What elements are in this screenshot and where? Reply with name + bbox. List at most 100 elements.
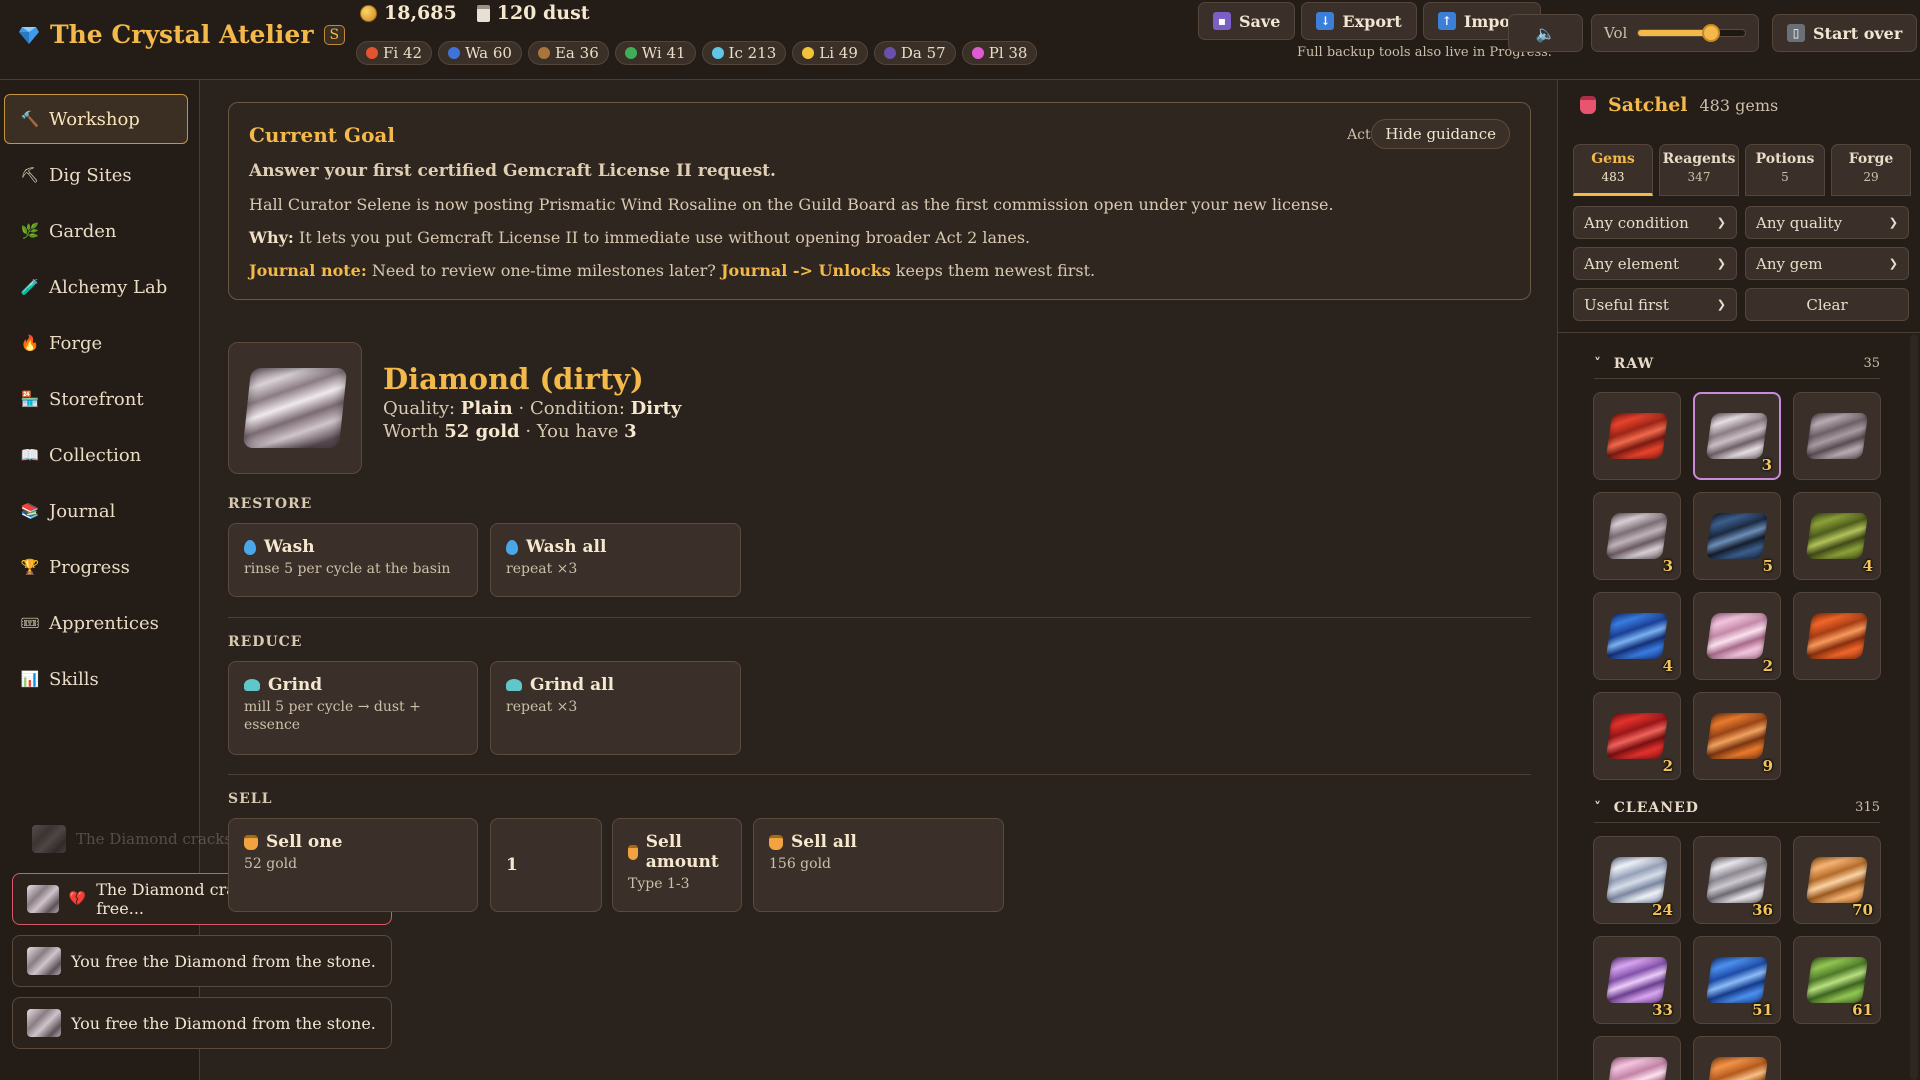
sidebar-item-garden[interactable]: 🌿 Garden xyxy=(4,206,188,256)
diamond-logo-icon xyxy=(19,26,39,44)
sidebar-item-storefront[interactable]: 🏪 Storefront xyxy=(4,374,188,424)
group-divider xyxy=(1594,378,1880,379)
element-filter[interactable]: Any element ❯ xyxy=(1573,247,1737,280)
gem-slot[interactable] xyxy=(1793,592,1881,680)
money-bag-icon xyxy=(628,844,638,860)
chevron-down-icon: ❯ xyxy=(1716,216,1726,229)
sprout-icon: 🌿 xyxy=(20,222,40,240)
volume-label: Vol xyxy=(1604,24,1628,42)
sound-toggle-button[interactable]: 🔈 xyxy=(1508,14,1583,52)
gem-slot[interactable]: 70 xyxy=(1793,836,1881,924)
selected-item-info: Diamond (dirty) Quality: Plain · Conditi… xyxy=(383,362,681,442)
sidebar-item-progress[interactable]: 🏆 Progress xyxy=(4,542,188,592)
clear-filters-button[interactable]: Clear xyxy=(1745,288,1909,321)
gold-value: 18,685 xyxy=(384,2,457,24)
element-dot-icon xyxy=(537,47,550,59)
gem-slot[interactable]: 3 xyxy=(1693,392,1781,480)
water-drop-icon xyxy=(506,539,518,555)
grind-button[interactable]: Grind mill 5 per cycle → dust + essence xyxy=(228,661,478,755)
tab-gems[interactable]: Gems 483 xyxy=(1573,144,1653,196)
gem-slot[interactable] xyxy=(1593,392,1681,480)
element-counter: Wi 41 xyxy=(614,41,696,65)
gem-slot[interactable]: 4 xyxy=(1793,492,1881,580)
volume-handle[interactable] xyxy=(1701,24,1720,42)
gem-slot[interactable]: 9 xyxy=(1693,692,1781,780)
upload-icon: ↑ xyxy=(1437,12,1456,30)
sidebar-item-label: Apprentices xyxy=(49,612,159,634)
gem-count: 3 xyxy=(1761,456,1772,474)
sidebar-item-apprentices[interactable]: 🎟 Apprentices xyxy=(4,598,188,648)
gem-slot[interactable]: 2 xyxy=(1693,592,1781,680)
gem-count: 51 xyxy=(1752,1001,1773,1019)
gem-slot[interactable] xyxy=(1593,1036,1681,1080)
element-counter: Ea 36 xyxy=(527,41,609,65)
gem-count: 24 xyxy=(1652,901,1673,919)
save-button[interactable]: ▪ Save xyxy=(1198,2,1296,40)
quality-filter[interactable]: Any quality ❯ xyxy=(1745,206,1909,239)
app-title: The Crystal Atelier xyxy=(50,20,314,49)
diamond-thumb-icon xyxy=(27,1009,61,1037)
gem-slot[interactable]: 5 xyxy=(1693,492,1781,580)
sidebar-item-dig-sites[interactable]: ⛏ Dig Sites xyxy=(4,150,188,200)
element-dot-icon xyxy=(366,47,378,59)
sidebar-item-label: Dig Sites xyxy=(49,164,132,186)
sell-quantity-input[interactable]: 1 xyxy=(490,818,602,912)
volume-slider[interactable] xyxy=(1637,24,1746,42)
gem-filter[interactable]: Any gem ❯ xyxy=(1745,247,1909,280)
satchel-tabs: Gems 483 Reagents 347 Potions 5 Forge 29 xyxy=(1573,144,1911,196)
collapse-caret-icon: ˅ xyxy=(1594,800,1602,816)
file-actions: ▪ Save ↓ Export ↑ Import xyxy=(1198,2,1541,40)
sidebar-item-label: Forge xyxy=(49,332,103,354)
gem-slot[interactable]: 33 xyxy=(1593,936,1681,1024)
water-drop-icon xyxy=(244,539,256,555)
sidebar-item-label: Storefront xyxy=(49,388,144,410)
sell-amount-button[interactable]: Sell amount Type 1-3 xyxy=(612,818,742,912)
diamond-thumb-icon xyxy=(32,825,66,853)
raw-group-header[interactable]: ˅ RAW 35 xyxy=(1594,356,1880,372)
wash-all-button[interactable]: Wash all repeat ×3 xyxy=(490,523,741,597)
collapse-caret-icon: ˅ xyxy=(1594,356,1602,372)
sidebar-item-collection[interactable]: 📖 Collection xyxy=(4,430,188,480)
journal-unlocks-link[interactable]: Journal -> Unlocks xyxy=(721,261,891,280)
gem-slot[interactable]: 61 xyxy=(1793,936,1881,1024)
element-dot-icon xyxy=(883,47,896,59)
sidebar-item-journal[interactable]: 📚 Journal xyxy=(4,486,188,536)
gem-slot[interactable]: 4 xyxy=(1593,592,1681,680)
gem-slot[interactable]: 3 xyxy=(1593,492,1681,580)
gem-count: 33 xyxy=(1652,1001,1673,1019)
gem-icon xyxy=(1805,613,1869,659)
satchel-scrollbar[interactable] xyxy=(1910,334,1918,1080)
gem-slot[interactable]: 51 xyxy=(1693,936,1781,1024)
chevron-down-icon: ❯ xyxy=(1716,257,1726,270)
satchel-header: Satchel 483 gems xyxy=(1580,94,1778,116)
tab-forge[interactable]: Forge 29 xyxy=(1831,144,1911,196)
export-button[interactable]: ↓ Export xyxy=(1301,2,1417,40)
gem-slot[interactable]: 24 xyxy=(1593,836,1681,924)
gem-count: 4 xyxy=(1662,657,1673,675)
gem-slot[interactable] xyxy=(1793,392,1881,480)
grind-all-button[interactable]: Grind all repeat ×3 xyxy=(490,661,741,755)
hide-guidance-button[interactable]: Hide guidance xyxy=(1371,119,1510,149)
cleaned-group-header[interactable]: ˅ CLEANED 315 xyxy=(1594,800,1880,816)
sort-select[interactable]: Useful first ❯ xyxy=(1573,288,1737,321)
sell-one-button[interactable]: Sell one 52 gold xyxy=(228,818,478,912)
start-over-button[interactable]: ▯ Start over xyxy=(1772,14,1918,52)
goal-body: Hall Curator Selene is now posting Prism… xyxy=(249,195,1334,214)
condition-filter[interactable]: Any condition ❯ xyxy=(1573,206,1737,239)
wash-button[interactable]: Wash rinse 5 per cycle at the basin xyxy=(228,523,478,597)
sell-all-button[interactable]: Sell all 156 gold xyxy=(753,818,1004,912)
sidebar-item-forge[interactable]: 🔥 Forge xyxy=(4,318,188,368)
save-slot-badge: S xyxy=(323,24,346,45)
sidebar-item-workshop[interactable]: 🔨 Workshop xyxy=(4,94,188,144)
sidebar-item-alchemy-lab[interactable]: 🧪 Alchemy Lab xyxy=(4,262,188,312)
tab-potions[interactable]: Potions 5 xyxy=(1745,144,1825,196)
gem-slot[interactable] xyxy=(1693,1036,1781,1080)
gem-slot[interactable]: 36 xyxy=(1693,836,1781,924)
tab-reagents[interactable]: Reagents 347 xyxy=(1659,144,1739,196)
element-counter: Wa 60 xyxy=(438,41,522,65)
gem-slot[interactable]: 2 xyxy=(1593,692,1681,780)
sidebar-item-skills[interactable]: 📊 Skills xyxy=(4,654,188,704)
gem-count: 5 xyxy=(1762,557,1773,575)
gem-icon xyxy=(1805,957,1869,1003)
element-counter: Ic 213 xyxy=(701,41,787,65)
